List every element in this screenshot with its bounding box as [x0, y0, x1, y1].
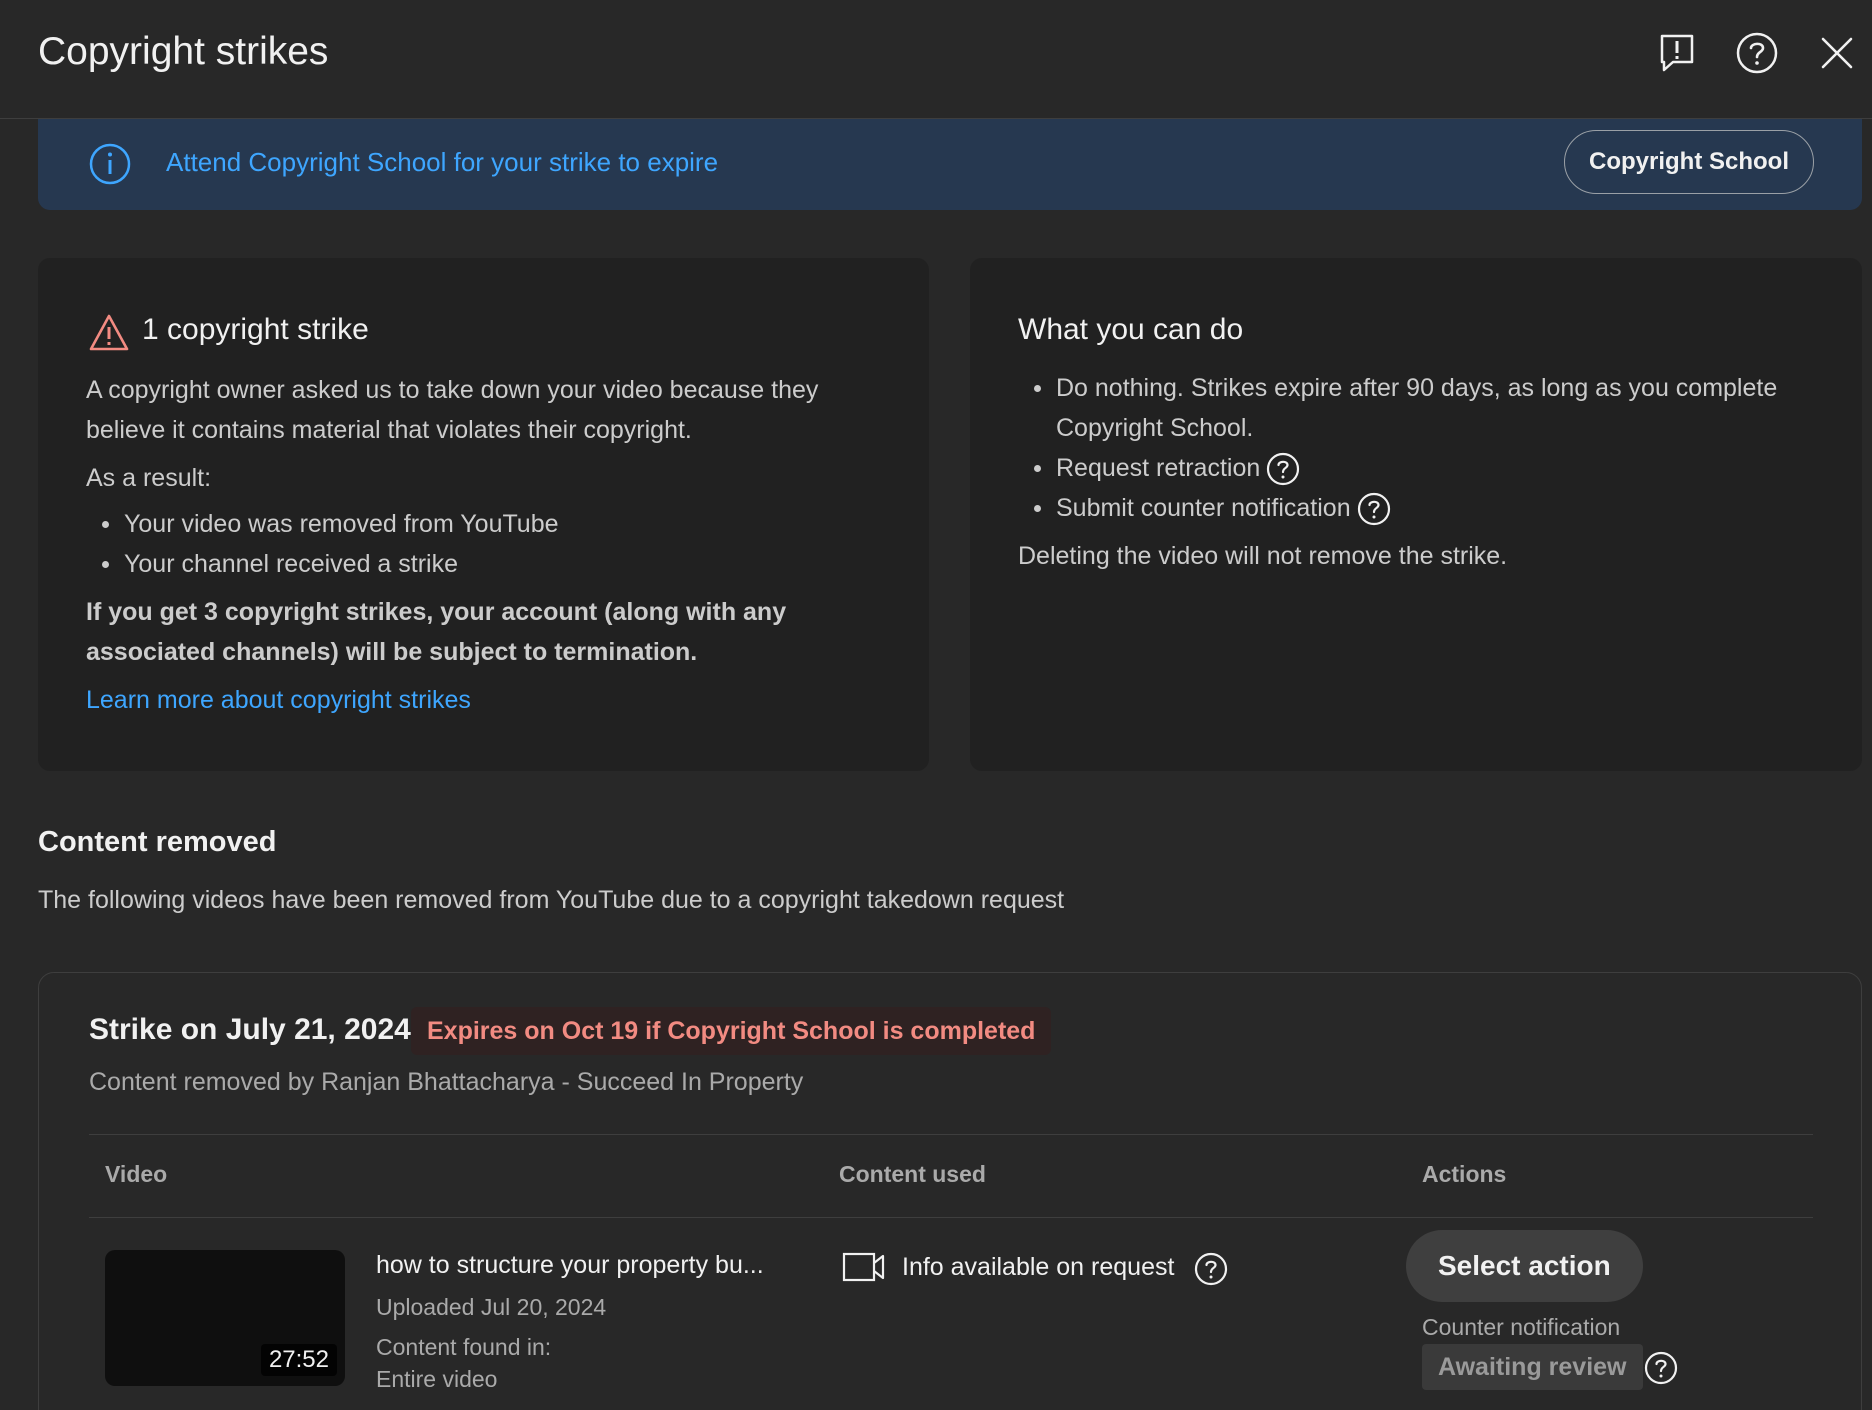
video-camera-icon [842, 1252, 885, 1282]
help-icon[interactable] [1194, 1252, 1228, 1286]
upload-date: Uploaded Jul 20, 2024 [376, 1294, 607, 1320]
help-icon [1736, 32, 1778, 74]
select-action-button[interactable]: Select action [1406, 1230, 1643, 1302]
content-found-value: Entire video [376, 1366, 498, 1392]
learn-more-link[interactable]: Learn more about copyright strikes [86, 680, 471, 720]
help-icon[interactable] [1357, 492, 1391, 526]
content-found-label: Content found in: [376, 1334, 552, 1360]
help-icon[interactable] [1266, 452, 1300, 486]
feedback-icon [1660, 34, 1694, 72]
column-header-actions: Actions [1422, 1161, 1507, 1187]
info-icon [89, 143, 131, 185]
strike-details: Strike on July 21, 2024 Expires on Oct 1… [38, 972, 1862, 1410]
close-button[interactable] [1812, 28, 1862, 78]
help-button[interactable] [1732, 28, 1782, 78]
column-header-content-used: Content used [839, 1161, 986, 1187]
content-removed-title: Content removed [38, 826, 277, 858]
close-icon [1821, 37, 1853, 69]
list-item: Submit counter notification [1018, 488, 1838, 528]
content-removed-description: The following videos have been removed f… [38, 886, 1065, 914]
copyright-school-banner: Attend Copyright School for your strike … [38, 119, 1862, 210]
divider [89, 1217, 1813, 1218]
what-you-can-do-heading: What you can do [1018, 313, 1244, 346]
help-icon[interactable] [1644, 1351, 1678, 1385]
list-item: Request retraction [1018, 448, 1838, 488]
banner-message: Attend Copyright School for your strike … [166, 147, 719, 177]
content-used-text: Info available on request [902, 1253, 1175, 1281]
as-result-label: As a result: [86, 464, 212, 492]
removed-by-text: Content removed by Ranjan Bhattacharya -… [89, 1068, 804, 1096]
list-item: Your video was removed from YouTube [86, 504, 886, 544]
video-duration: 27:52 [260, 1344, 337, 1376]
copyright-school-button[interactable]: Copyright School [1564, 130, 1814, 194]
what-you-can-do-card: What you can do Do nothing. Strikes expi… [970, 258, 1862, 771]
warning-icon [89, 314, 129, 351]
divider [89, 1134, 1813, 1135]
termination-warning: If you get 3 copyright strikes, your acc… [86, 598, 787, 666]
status-badge: Awaiting review [1422, 1344, 1643, 1390]
page-title: Copyright strikes [38, 30, 329, 73]
video-title[interactable]: how to structure your property bu... [376, 1251, 764, 1280]
column-header-video: Video [105, 1161, 168, 1187]
video-thumbnail[interactable]: 27:52 [105, 1250, 345, 1386]
feedback-button[interactable] [1652, 28, 1702, 78]
strike-description: A copyright owner asked us to take down … [86, 376, 819, 444]
result-list: Your video was removed from YouTube Your… [86, 504, 886, 584]
dialog-header: Copyright strikes [0, 0, 1872, 119]
list-item: Do nothing. Strikes expire after 90 days… [1018, 368, 1838, 448]
copyright-strikes-dialog: Copyright strikes Attend Copyright Schoo… [0, 0, 1872, 1410]
strike-count-heading: 1 copyright strike [142, 313, 369, 346]
option-do-nothing: Do nothing. Strikes expire after 90 days… [1056, 374, 1778, 442]
delete-note: Deleting the video will not remove the s… [1018, 542, 1508, 570]
strike-date-title: Strike on July 21, 2024 [89, 1013, 411, 1046]
expiry-badge: Expires on Oct 19 if Copyright School is… [411, 1007, 1052, 1055]
strike-summary-card: 1 copyright strike A copyright owner ask… [38, 258, 929, 771]
counter-notification-label: Counter notification [1422, 1314, 1621, 1340]
option-request-retraction: Request retraction [1056, 454, 1261, 482]
options-list: Do nothing. Strikes expire after 90 days… [1018, 368, 1838, 528]
list-item: Your channel received a strike [86, 544, 886, 584]
option-counter-notification: Submit counter notification [1056, 494, 1351, 522]
